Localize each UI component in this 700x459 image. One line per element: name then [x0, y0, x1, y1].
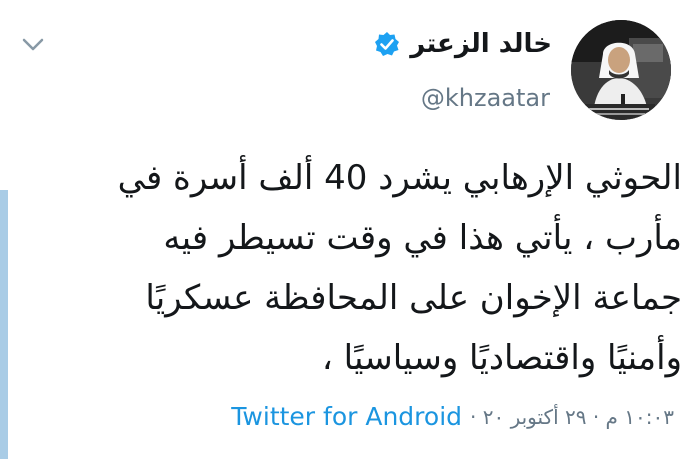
avatar-photo: [571, 20, 671, 120]
tweet-timestamp[interactable]: ١٠:٠٣ م · ٢٩ أكتوبر ٢٠ ·: [470, 405, 674, 429]
tweet-text: الحوثي الإرهابي يشرد 40 ألف أسرة في مأرب…: [42, 148, 682, 388]
tweet-text-line: مأرب ، يأتي هذا في وقت تسيطر فيه: [163, 218, 682, 258]
author-display-name[interactable]: خالد الزعتر: [410, 29, 552, 59]
thread-line: [0, 190, 8, 459]
avatar[interactable]: [571, 20, 671, 120]
tweet-text-line: الحوثي الإرهابي يشرد 40 ألف أسرة في: [117, 158, 682, 198]
tweet-meta: Twitter for Android ١٠:٠٣ م · ٢٩ أكتوبر …: [231, 402, 674, 431]
tweet-source-link[interactable]: Twitter for Android: [231, 402, 462, 431]
tweet-text-line: جماعة الإخوان على المحافظة عسكريًا: [145, 278, 682, 318]
tweet-text-line: وأمنيًا واقتصاديًا وسياسيًا ،: [321, 338, 682, 378]
chevron-down-icon[interactable]: [22, 38, 44, 52]
verified-badge-icon: [375, 32, 400, 56]
tweet-card: خالد الزعتر @khzaatar الحوثي الإرهابي يش…: [0, 0, 700, 459]
author-name-row[interactable]: خالد الزعتر: [374, 29, 552, 59]
author-handle[interactable]: @khzaatar: [421, 84, 550, 112]
